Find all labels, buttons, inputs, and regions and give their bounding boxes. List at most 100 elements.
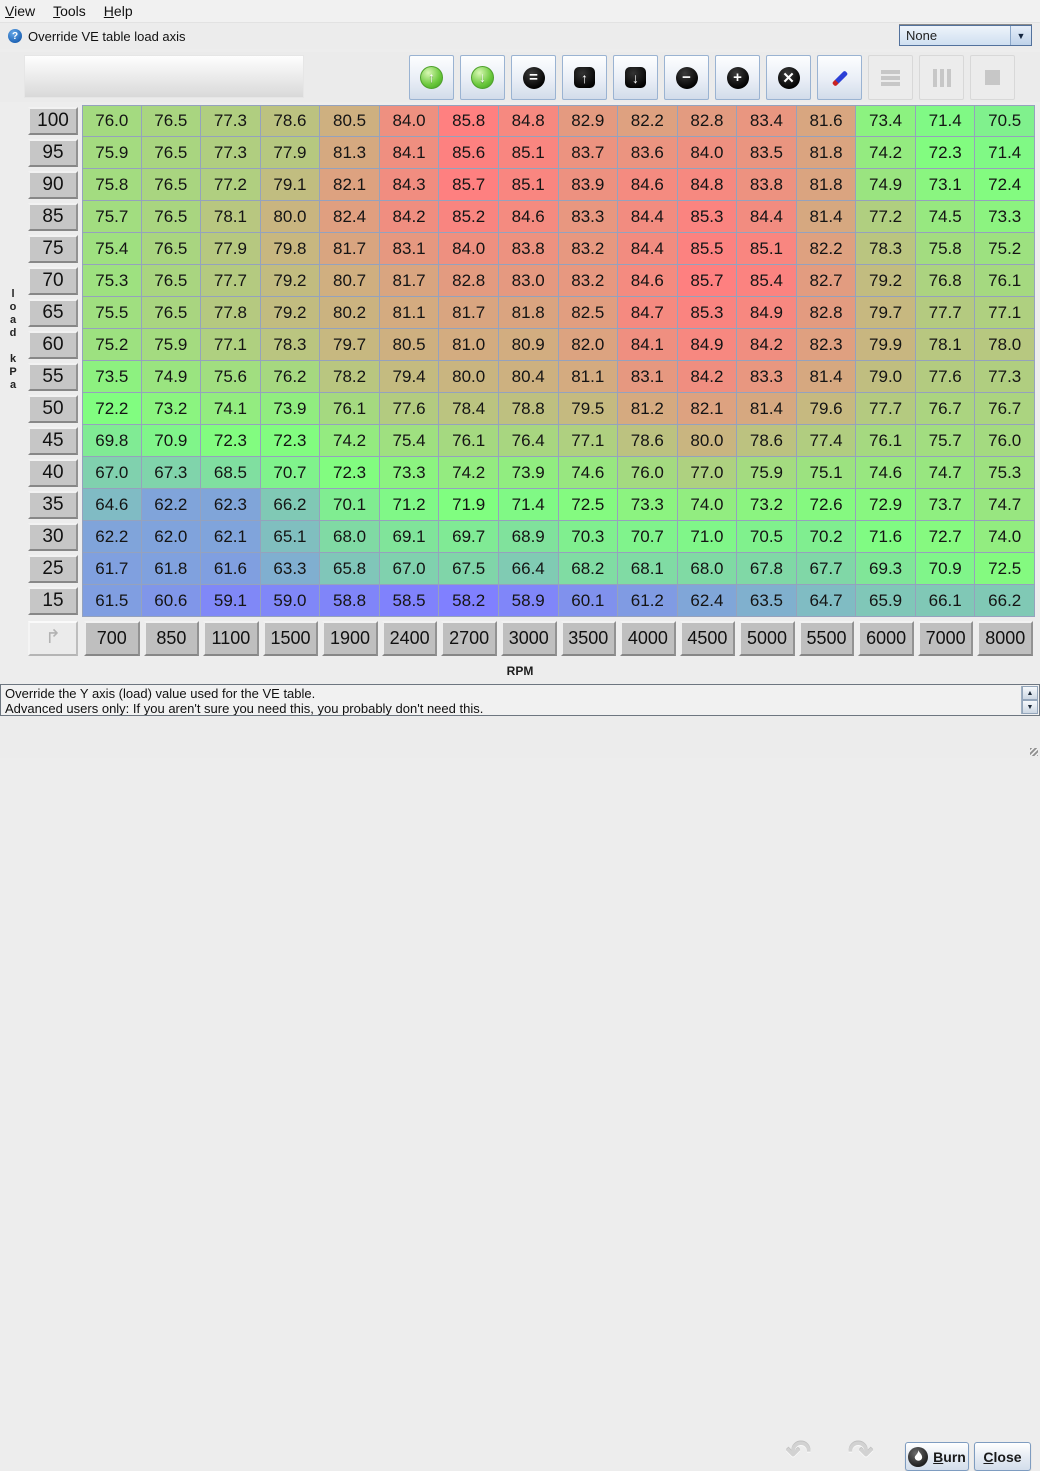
rpm-axis-cell[interactable]: 5000 (739, 621, 795, 656)
ve-cell[interactable]: 80.4 (499, 361, 559, 393)
ve-cell[interactable]: 68.2 (559, 553, 619, 585)
ve-cell[interactable]: 84.0 (678, 137, 738, 169)
ve-cell[interactable]: 74.2 (320, 425, 380, 457)
ve-cell[interactable]: 81.8 (499, 297, 559, 329)
scroll-up-icon[interactable]: ▲ (1022, 686, 1038, 700)
ve-cell[interactable]: 73.7 (916, 489, 976, 521)
ve-cell[interactable]: 85.7 (439, 169, 499, 201)
ve-cell[interactable]: 84.6 (618, 265, 678, 297)
ve-cell[interactable]: 76.1 (856, 425, 916, 457)
ve-cell[interactable]: 66.2 (261, 489, 321, 521)
menu-help[interactable]: Help (98, 3, 145, 19)
ve-cell[interactable]: 80.5 (380, 329, 440, 361)
ve-cell[interactable]: 74.6 (559, 457, 619, 489)
ve-cell[interactable]: 84.2 (678, 361, 738, 393)
ve-cell[interactable]: 76.1 (975, 265, 1035, 297)
load-axis-cell[interactable]: 85 (28, 203, 78, 231)
ve-cell[interactable]: 79.1 (261, 169, 321, 201)
ve-cell[interactable]: 75.2 (82, 329, 142, 361)
rpm-axis-cell[interactable]: 2700 (441, 621, 497, 656)
ve-cell[interactable]: 84.1 (618, 329, 678, 361)
ve-cell[interactable]: 85.3 (678, 201, 738, 233)
ve-cell[interactable]: 85.6 (439, 137, 499, 169)
ve-cell[interactable]: 82.2 (797, 233, 857, 265)
load-axis-cell[interactable]: 60 (28, 331, 78, 359)
ve-cell[interactable]: 74.2 (856, 137, 916, 169)
ve-cell[interactable]: 83.2 (559, 233, 619, 265)
ve-cell[interactable]: 68.0 (320, 521, 380, 553)
ve-cell[interactable]: 79.2 (856, 265, 916, 297)
ve-cell[interactable]: 79.2 (261, 265, 321, 297)
ve-cell[interactable]: 70.2 (797, 521, 857, 553)
ve-cell[interactable]: 80.0 (678, 425, 738, 457)
ve-cell[interactable]: 74.2 (439, 457, 499, 489)
ve-cell[interactable]: 83.3 (559, 201, 619, 233)
ve-cell[interactable]: 83.1 (618, 361, 678, 393)
rpm-axis-cell[interactable]: 2400 (382, 621, 438, 656)
ve-cell[interactable]: 76.0 (975, 425, 1035, 457)
ve-cell[interactable]: 75.9 (82, 137, 142, 169)
burn-button[interactable]: Burn (905, 1442, 969, 1471)
ve-cell[interactable]: 79.5 (559, 393, 619, 425)
load-axis-cell[interactable]: 30 (28, 523, 78, 551)
ve-cell[interactable]: 84.8 (499, 105, 559, 137)
ve-cell[interactable]: 73.2 (737, 489, 797, 521)
ve-cell[interactable]: 80.2 (320, 297, 380, 329)
ve-cell[interactable]: 66.4 (499, 553, 559, 585)
ve-cell[interactable]: 75.7 (82, 201, 142, 233)
ve-cell[interactable]: 71.4 (975, 137, 1035, 169)
ve-cell[interactable]: 78.8 (499, 393, 559, 425)
ve-cell[interactable]: 70.5 (975, 105, 1035, 137)
ve-cell[interactable]: 82.7 (797, 265, 857, 297)
rpm-axis-cell[interactable]: 6000 (858, 621, 914, 656)
ve-cell[interactable]: 84.4 (618, 233, 678, 265)
ve-cell[interactable]: 81.2 (618, 393, 678, 425)
ve-cell[interactable]: 69.7 (439, 521, 499, 553)
ve-cell[interactable]: 68.1 (618, 553, 678, 585)
ve-cell[interactable]: 77.8 (201, 297, 261, 329)
ve-cell[interactable]: 79.7 (320, 329, 380, 361)
ve-cell[interactable]: 74.5 (916, 201, 976, 233)
ve-cell[interactable]: 75.8 (916, 233, 976, 265)
ve-cell[interactable]: 72.5 (975, 553, 1035, 585)
ve-cell[interactable]: 84.0 (439, 233, 499, 265)
ve-cell[interactable]: 62.2 (142, 489, 202, 521)
ve-cell[interactable]: 60.1 (559, 585, 619, 617)
rpm-axis-cell[interactable]: 4500 (680, 621, 736, 656)
ve-cell[interactable]: 67.8 (737, 553, 797, 585)
ve-cell[interactable]: 77.4 (797, 425, 857, 457)
ve-cell[interactable]: 67.0 (82, 457, 142, 489)
ve-cell[interactable]: 84.8 (678, 169, 738, 201)
ve-cell[interactable]: 67.5 (439, 553, 499, 585)
ve-cell[interactable]: 63.3 (261, 553, 321, 585)
ve-cell[interactable]: 73.3 (975, 201, 1035, 233)
ve-cell[interactable]: 62.4 (678, 585, 738, 617)
ve-cell[interactable]: 62.0 (142, 521, 202, 553)
ve-cell[interactable]: 76.1 (320, 393, 380, 425)
ve-cell[interactable]: 75.5 (82, 297, 142, 329)
ve-cell[interactable]: 77.3 (975, 361, 1035, 393)
ve-cell[interactable]: 77.1 (559, 425, 619, 457)
ve-cell[interactable]: 72.7 (916, 521, 976, 553)
resize-grip-icon[interactable] (1030, 748, 1038, 756)
ve-cell[interactable]: 61.5 (82, 585, 142, 617)
status-scrollbar[interactable]: ▲ ▼ (1021, 686, 1038, 714)
ve-cell[interactable]: 81.1 (559, 361, 619, 393)
ve-cell[interactable]: 71.2 (380, 489, 440, 521)
ve-cell[interactable]: 72.3 (320, 457, 380, 489)
ve-cell[interactable]: 83.6 (618, 137, 678, 169)
ve-cell[interactable]: 85.5 (678, 233, 738, 265)
ve-cell[interactable]: 81.3 (320, 137, 380, 169)
ve-cell[interactable]: 70.3 (559, 521, 619, 553)
ve-cell[interactable]: 65.9 (856, 585, 916, 617)
ve-cell[interactable]: 69.1 (380, 521, 440, 553)
ve-cell[interactable]: 85.7 (678, 265, 738, 297)
ve-cell[interactable]: 84.2 (737, 329, 797, 361)
load-axis-cell[interactable]: 100 (28, 107, 78, 135)
ve-cell[interactable]: 77.9 (261, 137, 321, 169)
ve-cell[interactable]: 73.9 (261, 393, 321, 425)
ve-cell[interactable]: 81.7 (439, 297, 499, 329)
ve-cell[interactable]: 72.4 (975, 169, 1035, 201)
ve-cell[interactable]: 71.0 (678, 521, 738, 553)
ve-cell[interactable]: 79.7 (856, 297, 916, 329)
